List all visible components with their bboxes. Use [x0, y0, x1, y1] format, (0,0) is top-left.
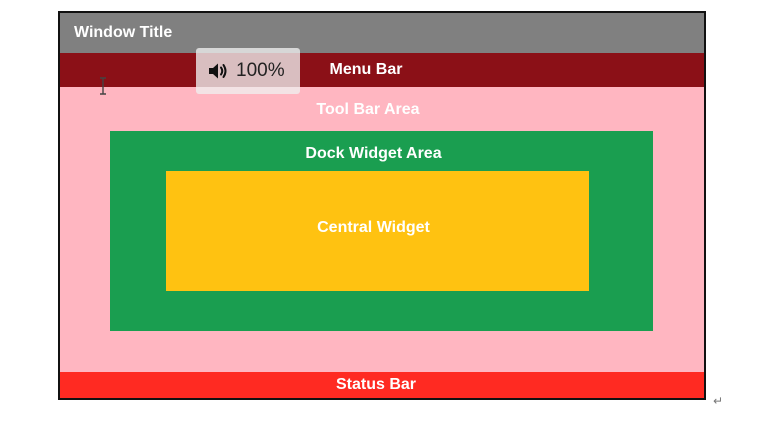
volume-level-text: 100% [236, 60, 285, 81]
status-bar-region: Status Bar [60, 372, 704, 398]
window-title-label: Window Title [74, 24, 173, 41]
dock-widget-area-region: Dock Widget Area Central Widget [110, 131, 653, 331]
dock-widget-area-text: Dock Widget Area [305, 145, 442, 162]
tool-bar-area-label: Tool Bar Area [60, 101, 704, 119]
central-widget-label: Central Widget [166, 219, 589, 237]
menu-bar-label: Menu Bar [329, 61, 403, 78]
dock-widget-area-label: Dock Widget Area [110, 145, 653, 163]
return-mark-icon: ↵ [713, 394, 724, 408]
volume-overlay: 100% [196, 48, 300, 94]
tool-bar-area-text: Tool Bar Area [316, 101, 420, 118]
window-title-bar: Window Title [60, 13, 704, 53]
central-widget-text: Central Widget [317, 219, 430, 236]
status-bar-label: Status Bar [335, 376, 417, 393]
menu-bar-region: Menu Bar [60, 53, 704, 87]
main-window-diagram: Window Title Menu Bar Tool Bar Area Dock… [58, 11, 706, 400]
central-widget-region: Central Widget [166, 171, 589, 291]
text-cursor-icon [100, 77, 106, 95]
speaker-icon [209, 63, 227, 79]
